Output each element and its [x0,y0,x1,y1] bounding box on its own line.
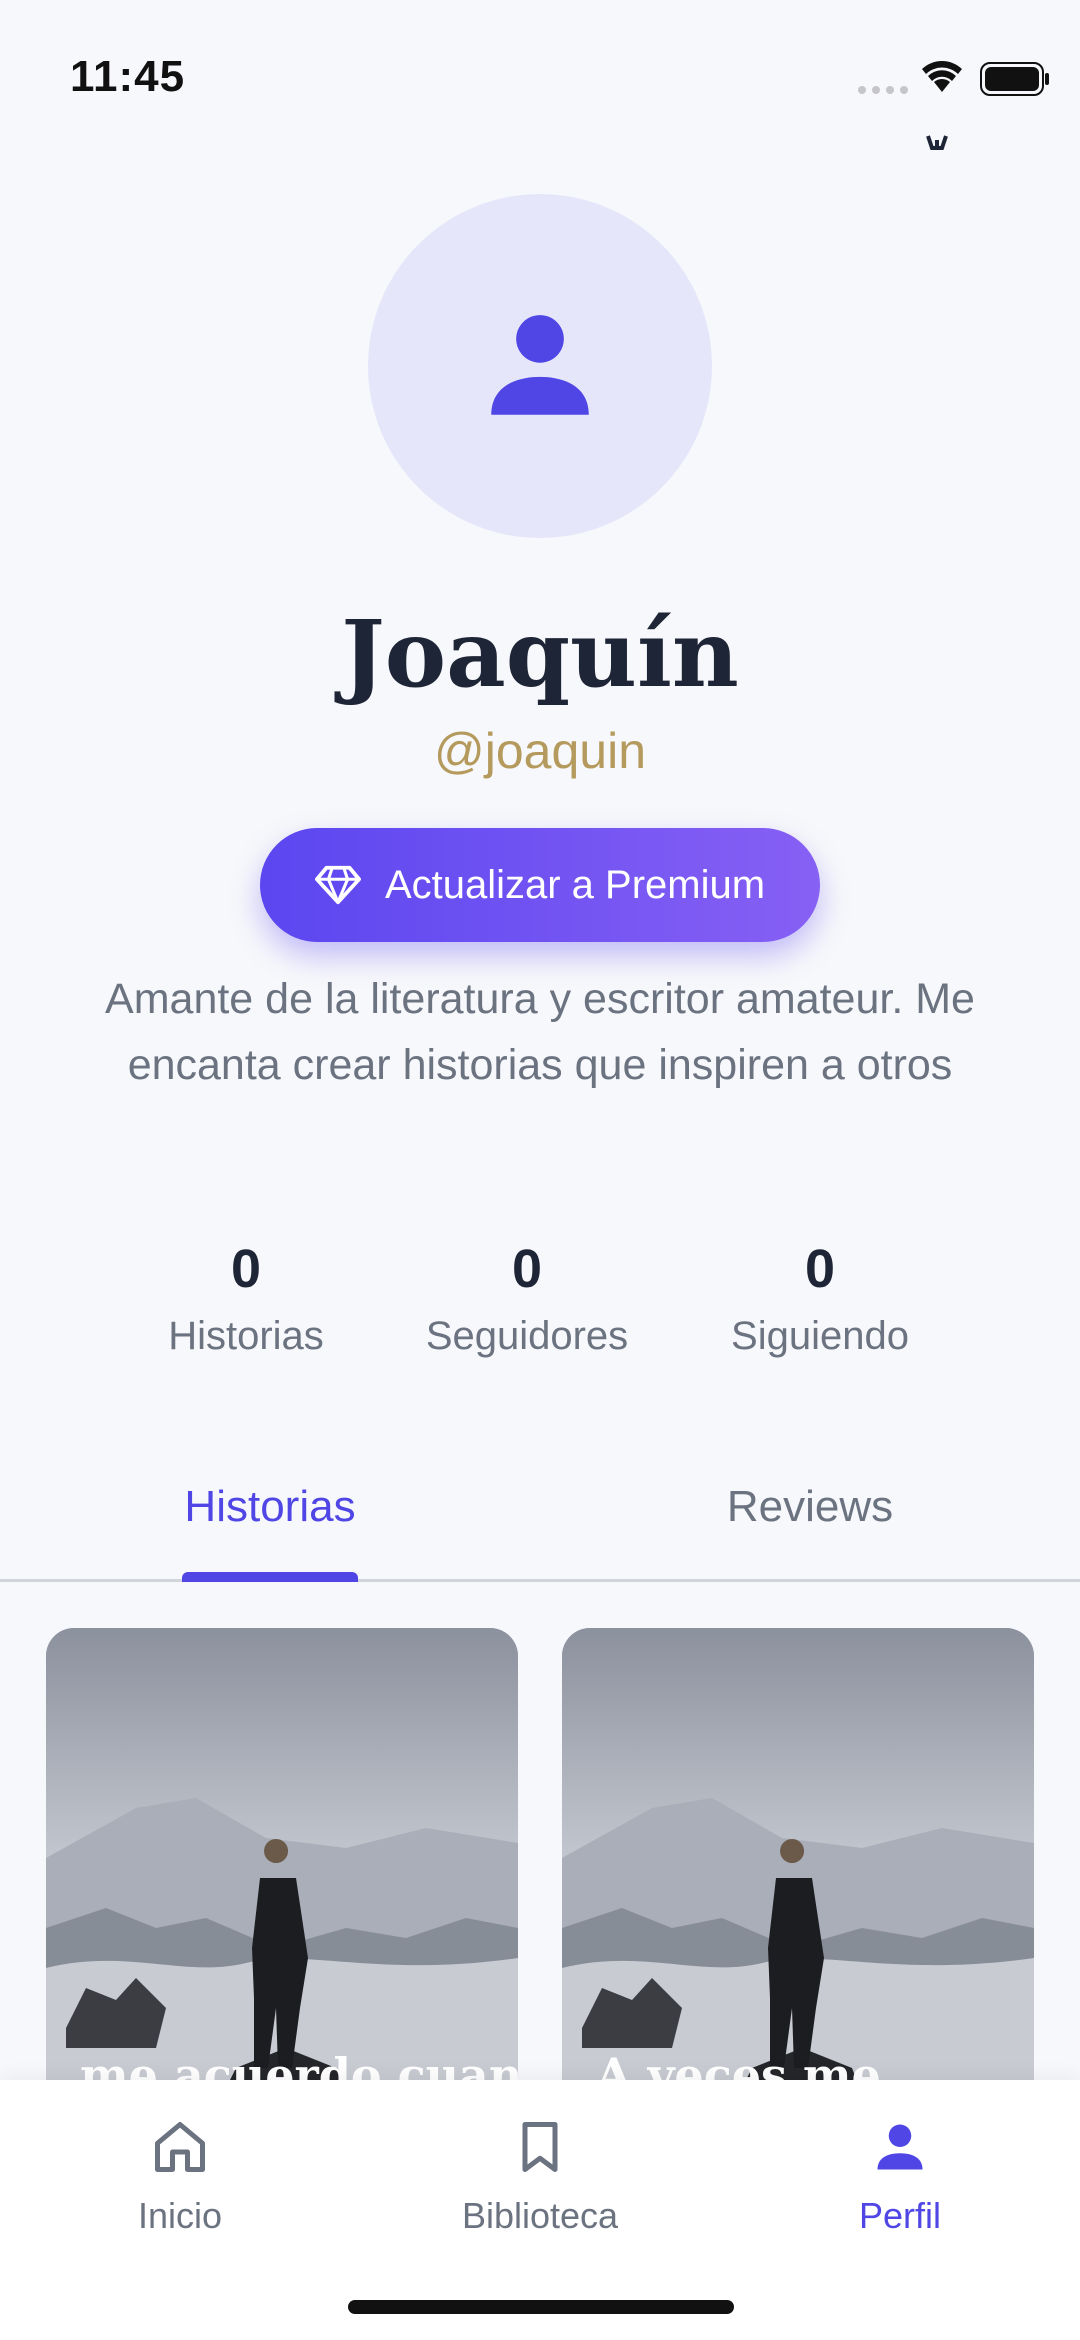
profile-tabs: Historias Reviews [0,1470,1080,1582]
stat-seguidores[interactable]: 0 Seguidores [407,1236,647,1366]
stat-value: 0 [511,1239,543,1299]
person-icon [877,2124,923,2170]
person-icon [491,315,589,415]
nav-inicio[interactable]: Inicio [60,2112,300,2244]
stat-label: Siguiendo [731,1314,909,1358]
upgrade-premium-label: Actualizar a Premium [384,862,766,907]
stat-value: 0 [804,1239,836,1299]
status-time: 11:45 [70,52,186,101]
upgrade-premium-button[interactable]: Actualizar a Premium [260,828,820,942]
stat-historias[interactable]: 0 Historias [126,1236,366,1366]
profile-handle: @joaquin [433,723,646,779]
status-bar: 11:45 [0,0,1080,140]
nav-label: Perfil [858,2195,942,2236]
cellular-signal-icon [858,86,908,94]
active-tab-indicator [182,1572,358,1582]
home-indicator[interactable] [348,2300,734,2314]
stat-label: Seguidores [425,1314,629,1358]
stat-value: 0 [230,1239,262,1299]
stat-label: Historias [168,1314,324,1358]
nav-perfil[interactable]: Perfil [780,2112,1020,2244]
diamond-icon [314,865,361,905]
bookmark-icon [522,2122,558,2172]
nav-label: Inicio [137,2195,223,2236]
story-card[interactable]: A veces me [562,1628,1034,2148]
stat-siguiendo[interactable]: 0 Siguiendo [700,1236,940,1366]
profile-bio: Amante de la literatura y escritor amate… [105,975,975,1089]
profile-stats: 0 Historias 0 Seguidores 0 Siguiendo [0,1236,1080,1376]
tab-reviews[interactable]: Reviews [680,1470,940,1582]
wifi-icon [922,61,962,92]
tab-historias[interactable]: Historias [140,1470,400,1582]
battery-icon [980,62,1049,96]
home-icon [155,2122,205,2172]
avatar[interactable] [368,194,712,538]
story-card[interactable]: me acuerdo cuan [46,1628,518,2148]
settings-icon[interactable] [922,134,962,154]
nav-label: Biblioteca [461,2195,619,2236]
nav-biblioteca[interactable]: Biblioteca [420,2112,660,2244]
profile-name: Joaquín [341,600,739,708]
